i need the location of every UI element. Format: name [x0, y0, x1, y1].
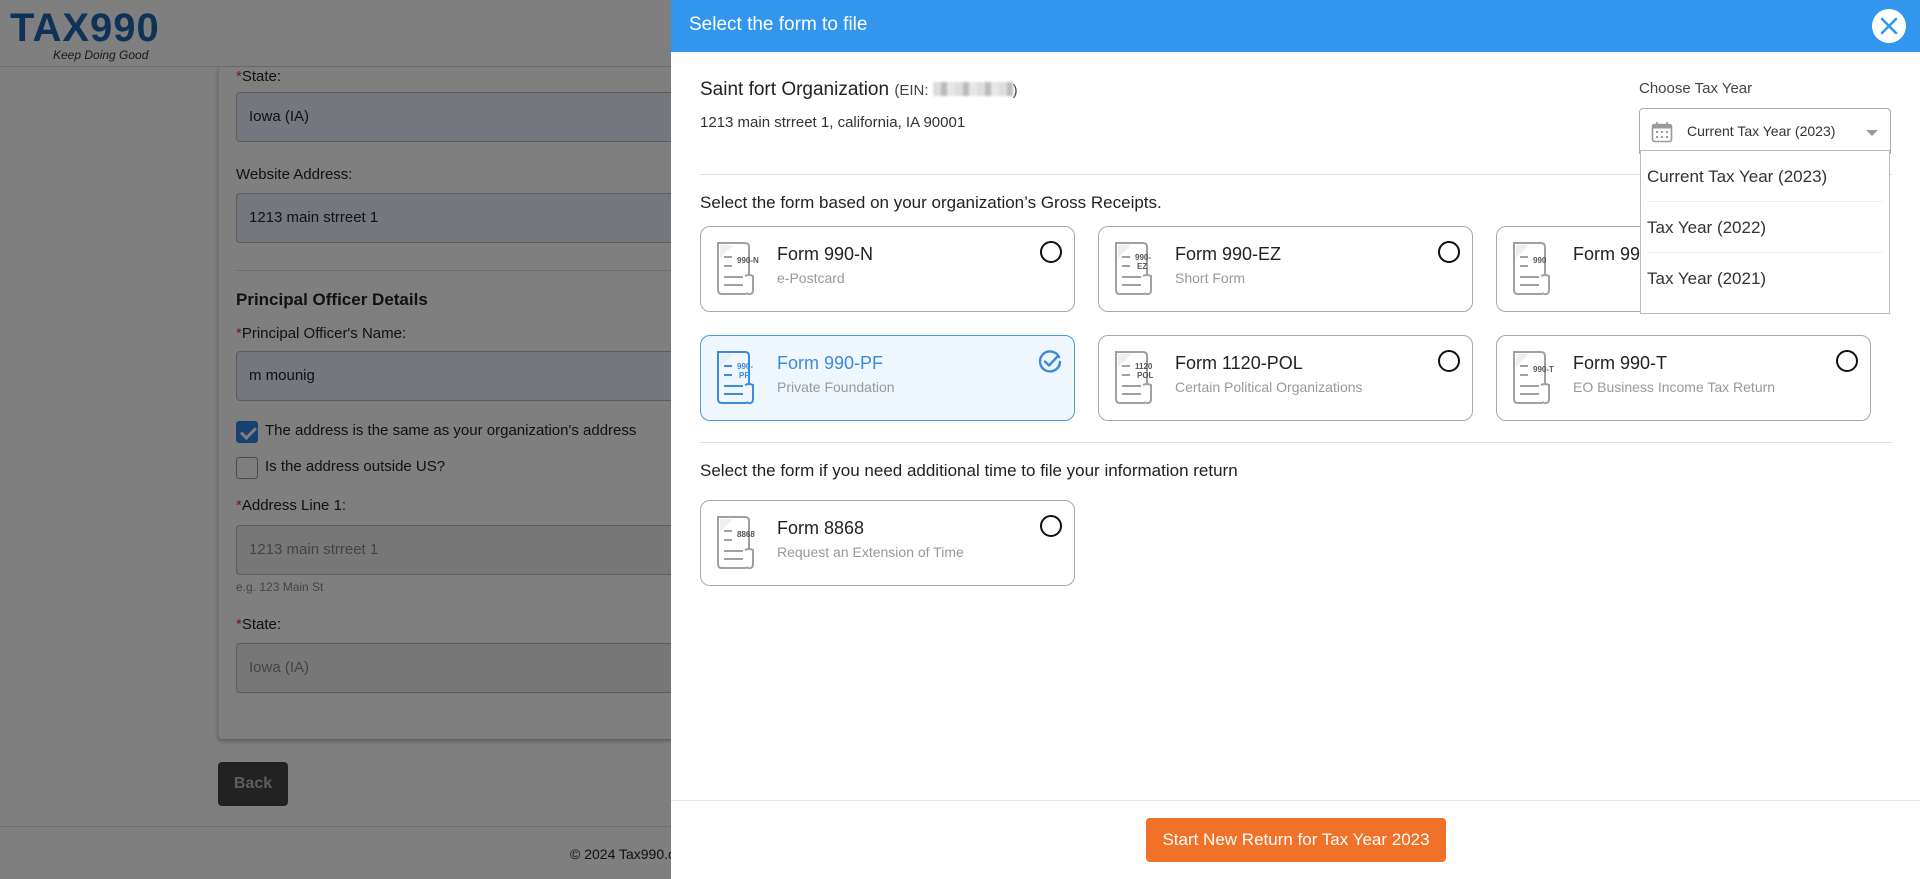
radio-button[interactable]: [1438, 350, 1460, 372]
close-icon: [1880, 17, 1898, 35]
svg-text:990-: 990-: [1135, 253, 1151, 262]
form-title: Form 1120-POL: [1175, 353, 1303, 373]
check-circle-icon[interactable]: [1037, 349, 1063, 375]
form-document-icon: 990: [1511, 240, 1559, 301]
form-subtitle: e-Postcard: [777, 270, 845, 286]
organization-name: Saint fort Organization (EIN: ): [700, 79, 1018, 100]
tax-year-dropdown-list: Current Tax Year (2023) Tax Year (2022) …: [1640, 150, 1890, 314]
form-subtitle: Private Foundation: [777, 379, 895, 395]
form-card-form-990-pf[interactable]: 990- PF Form 990-PF Private Foundation: [700, 335, 1075, 421]
svg-text:8868: 8868: [737, 530, 755, 539]
radio-button[interactable]: [1040, 241, 1062, 263]
form-card-form-990-n[interactable]: 990-N Form 990-N e-Postcard: [700, 226, 1075, 312]
radio-button[interactable]: [1040, 515, 1062, 537]
organization-address: 1213 main strreet 1, california, IA 9000…: [700, 114, 966, 131]
svg-text:990-: 990-: [737, 362, 753, 371]
select-form-modal: Select the form to file Saint fort Organ…: [671, 0, 1920, 879]
tax-year-option[interactable]: Tax Year (2021): [1647, 253, 1883, 304]
tax-year-option[interactable]: Tax Year (2022): [1647, 202, 1883, 253]
form-subtitle: Certain Political Organizations: [1175, 379, 1363, 395]
form-subtitle: Short Form: [1175, 270, 1246, 286]
form-card-form-8868[interactable]: 8868 Form 8868 Request an Extension of T…: [700, 500, 1075, 586]
form-title: Form 990: [1573, 244, 1651, 264]
organization-ein: (EIN: ): [894, 82, 1018, 99]
form-title: Form 990-EZ: [1175, 244, 1282, 264]
tax-year-value: Current Tax Year (2023): [1687, 123, 1836, 139]
gross-receipts-label: Select the form based on your organizati…: [700, 193, 1162, 212]
svg-text:990-T: 990-T: [1533, 365, 1554, 374]
modal-title: Select the form to file: [689, 14, 868, 35]
chevron-down-icon: [1866, 130, 1878, 136]
form-document-icon: 990- PF: [715, 349, 763, 410]
form-title: Form 990-PF: [777, 353, 884, 373]
modal-header: Select the form to file: [671, 0, 1920, 52]
form-title: Form 8868: [777, 518, 865, 538]
form-document-icon: 990-T: [1511, 349, 1559, 410]
svg-text:PF: PF: [739, 371, 749, 380]
tax-year-label: Choose Tax Year: [1639, 80, 1753, 97]
start-new-return-button[interactable]: Start New Return for Tax Year 2023: [1146, 818, 1446, 862]
tax-year-option[interactable]: Current Tax Year (2023): [1647, 151, 1883, 202]
form-card-form-990-t[interactable]: 990-T Form 990-T EO Business Income Tax …: [1496, 335, 1871, 421]
form-document-icon: 1120 POL: [1113, 349, 1161, 410]
section-divider: [700, 442, 1892, 443]
svg-text:1120: 1120: [1135, 362, 1153, 371]
form-title: Form 990-T: [1573, 353, 1668, 373]
form-document-icon: 990- EZ: [1113, 240, 1161, 301]
svg-text:990-N: 990-N: [737, 256, 759, 265]
close-button[interactable]: [1872, 9, 1906, 43]
form-card-form-990-ez[interactable]: 990- EZ Form 990-EZ Short Form: [1098, 226, 1473, 312]
radio-button[interactable]: [1836, 350, 1858, 372]
form-document-icon: 990-N: [715, 240, 763, 301]
svg-text:990: 990: [1533, 256, 1547, 265]
tax-year-select[interactable]: Current Tax Year (2023): [1639, 108, 1891, 154]
ein-redacted: [932, 82, 1013, 96]
extension-label: Select the form if you need additional t…: [700, 461, 1238, 480]
form-title: Form 990-N: [777, 244, 874, 264]
modal-footer-divider: [671, 800, 1920, 801]
svg-text:POL: POL: [1137, 371, 1154, 380]
radio-button[interactable]: [1438, 241, 1460, 263]
svg-text:EZ: EZ: [1137, 262, 1147, 271]
form-subtitle: EO Business Income Tax Return: [1573, 379, 1776, 395]
calendar-icon: [1651, 122, 1673, 143]
form-card-form-1120-pol[interactable]: 1120 POL Form 1120-POL Certain Political …: [1098, 335, 1473, 421]
form-subtitle: Request an Extension of Time: [777, 544, 964, 560]
form-document-icon: 8868: [715, 514, 763, 575]
